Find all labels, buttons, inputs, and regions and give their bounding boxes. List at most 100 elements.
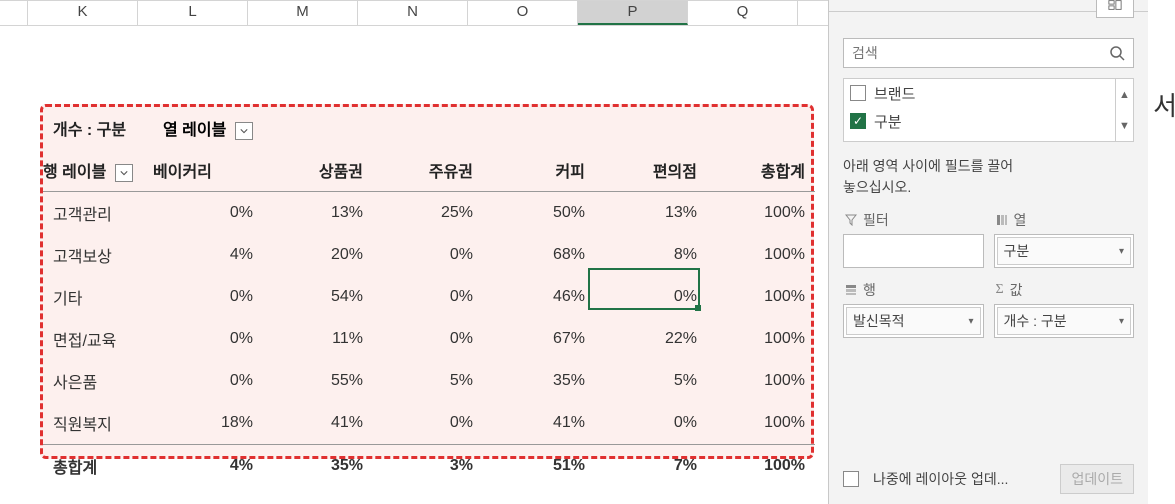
col-header-L[interactable]: L — [138, 1, 248, 25]
zone-column-box[interactable]: 구분 ▾ — [994, 234, 1135, 268]
zone-values-box[interactable]: 개수 : 구분 ▾ — [994, 304, 1135, 338]
row-label: 면접/교육 — [43, 318, 153, 360]
col-header-N[interactable]: N — [358, 1, 468, 25]
pivot-table: 개수 : 구분 열 레이블 행 레이블 베이 — [43, 107, 815, 487]
checkbox-icon[interactable] — [843, 471, 859, 487]
cell[interactable]: 0% — [153, 192, 263, 235]
cell[interactable]: 25% — [373, 192, 483, 235]
col-header-Q[interactable]: Q — [688, 1, 798, 25]
update-button[interactable]: 업데이트 — [1060, 464, 1134, 494]
cell[interactable]: 0% — [595, 276, 707, 318]
table-row: 면접/교육 0% 11% 0% 67% 22% 100% — [43, 318, 815, 360]
cell[interactable]: 100% — [707, 234, 815, 276]
cell[interactable]: 50% — [483, 192, 595, 235]
cell[interactable]: 13% — [595, 192, 707, 235]
cell[interactable]: 54% — [263, 276, 373, 318]
cell[interactable]: 3% — [373, 445, 483, 488]
cell[interactable]: 55% — [263, 360, 373, 402]
checkbox-icon[interactable] — [850, 113, 866, 129]
cell[interactable]: 20% — [263, 234, 373, 276]
search-icon[interactable] — [1101, 39, 1133, 67]
col-header-K[interactable]: K — [28, 1, 138, 25]
zone-values[interactable]: Σ 값 개수 : 구분 ▾ — [994, 276, 1135, 338]
scroll-up-icon[interactable]: ▲ — [1116, 79, 1133, 110]
spreadsheet-grid[interactable]: K L M N O P Q 개수 : 구분 열 레이블 — [0, 0, 828, 504]
cell[interactable]: 8% — [595, 234, 707, 276]
cell[interactable]: 4% — [153, 445, 263, 488]
zone-filter[interactable]: 필터 — [843, 206, 984, 268]
cell[interactable]: 0% — [153, 276, 263, 318]
cell[interactable]: 41% — [483, 402, 595, 445]
cell[interactable]: 0% — [595, 402, 707, 445]
cell[interactable]: 100% — [707, 360, 815, 402]
cell[interactable]: 22% — [595, 318, 707, 360]
pivot-col-field-label[interactable]: 열 레이블 — [153, 107, 815, 149]
columns-icon — [996, 214, 1008, 226]
chip-label: 개수 : 구분 — [1004, 311, 1067, 331]
pivot-col-header: 상품권 — [263, 149, 373, 192]
cell[interactable]: 68% — [483, 234, 595, 276]
search-input[interactable] — [844, 39, 1101, 67]
cell[interactable]: 100% — [707, 192, 815, 235]
cell[interactable]: 0% — [373, 276, 483, 318]
field-search[interactable] — [843, 38, 1134, 68]
cell[interactable]: 13% — [263, 192, 373, 235]
field-item-category[interactable]: 구분 — [844, 107, 1133, 135]
cell[interactable]: 7% — [595, 445, 707, 488]
pivot-table-region[interactable]: 개수 : 구분 열 레이블 행 레이블 베이 — [40, 104, 814, 459]
pivot-row-field-label[interactable]: 행 레이블 — [43, 149, 153, 192]
col-header-P[interactable]: P — [578, 1, 688, 25]
chip-label: 발신목적 — [853, 311, 905, 331]
filter-icon — [845, 214, 857, 226]
table-row: 사은품 0% 55% 5% 35% 5% 100% — [43, 360, 815, 402]
cell[interactable]: 35% — [483, 360, 595, 402]
chevron-down-icon[interactable]: ▾ — [968, 316, 973, 327]
chip-row[interactable]: 발신목적 ▾ — [846, 307, 981, 335]
chevron-down-icon[interactable]: ▾ — [1119, 246, 1124, 257]
row-field-dropdown-icon[interactable] — [115, 164, 133, 182]
field-item-brand[interactable]: 브랜드 — [844, 79, 1133, 107]
cell[interactable]: 0% — [373, 402, 483, 445]
row-label: 고객보상 — [43, 234, 153, 276]
cell[interactable]: 41% — [263, 402, 373, 445]
defer-layout-checkbox[interactable]: 나중에 레이아웃 업데... — [843, 469, 1008, 489]
cell[interactable]: 100% — [707, 402, 815, 445]
zone-row-box[interactable]: 발신목적 ▾ — [843, 304, 984, 338]
cell[interactable]: 5% — [373, 360, 483, 402]
pivot-row-field-text: 행 레이블 — [43, 164, 106, 181]
field-list[interactable]: 브랜드 구분 ▲ ▼ — [843, 78, 1134, 142]
scroll-down-icon[interactable]: ▼ — [1116, 110, 1133, 141]
cell[interactable]: 0% — [373, 318, 483, 360]
pivot-corner-label: 개수 : 구분 — [43, 107, 153, 149]
pivot-col-field-text: 열 레이블 — [163, 122, 226, 139]
col-header-M[interactable]: M — [248, 1, 358, 25]
zone-row[interactable]: 행 발신목적 ▾ — [843, 276, 984, 338]
cell[interactable]: 35% — [263, 445, 373, 488]
cell[interactable]: 0% — [153, 318, 263, 360]
cell[interactable]: 51% — [483, 445, 595, 488]
zone-filter-box[interactable] — [843, 234, 984, 268]
cell[interactable]: 100% — [707, 318, 815, 360]
table-row: 고객보상 4% 20% 0% 68% 8% 100% — [43, 234, 815, 276]
checkbox-icon[interactable] — [850, 85, 866, 101]
cell[interactable]: 100% — [707, 445, 815, 488]
field-list-scroll[interactable]: ▲ ▼ — [1115, 79, 1133, 141]
cell[interactable]: 100% — [707, 276, 815, 318]
panel-settings-button[interactable] — [1096, 0, 1134, 18]
cell[interactable]: 67% — [483, 318, 595, 360]
chip-column[interactable]: 구분 ▾ — [997, 237, 1132, 265]
cell[interactable]: 18% — [153, 402, 263, 445]
cell[interactable]: 0% — [373, 234, 483, 276]
col-header-O[interactable]: O — [468, 1, 578, 25]
chip-values[interactable]: 개수 : 구분 ▾ — [997, 307, 1132, 335]
cell[interactable]: 5% — [595, 360, 707, 402]
zone-column[interactable]: 열 구분 ▾ — [994, 206, 1135, 268]
cell[interactable]: 0% — [153, 360, 263, 402]
pivot-col-header: 커피 — [483, 149, 595, 192]
chevron-down-icon[interactable]: ▾ — [1119, 316, 1124, 327]
cell[interactable]: 11% — [263, 318, 373, 360]
row-label: 직원복지 — [43, 402, 153, 445]
cell[interactable]: 46% — [483, 276, 595, 318]
cell[interactable]: 4% — [153, 234, 263, 276]
col-field-dropdown-icon[interactable] — [235, 122, 253, 140]
